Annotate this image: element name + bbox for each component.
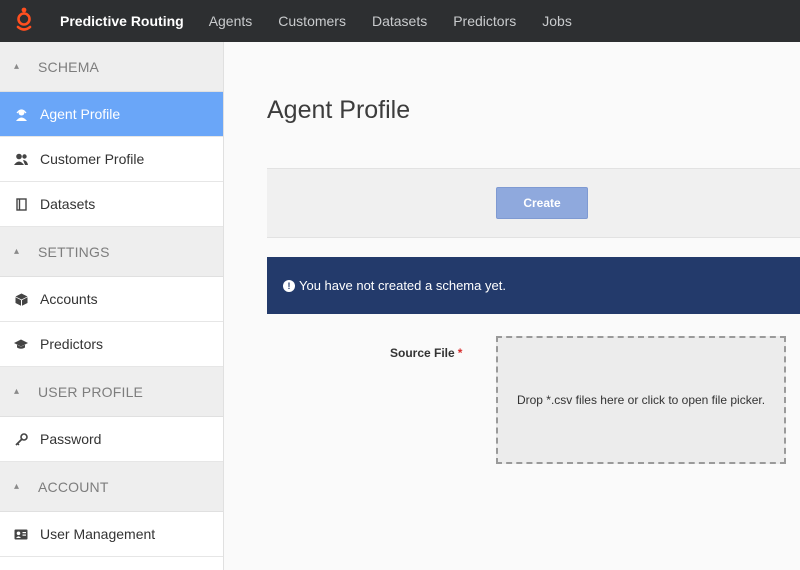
sidebar-item-user-management[interactable]: User Management	[0, 512, 223, 557]
dataset-icon	[14, 197, 28, 211]
main-content: Agent Profile Create ! You have not crea…	[224, 42, 800, 570]
sidebar-item-label: User Management	[40, 526, 156, 542]
section-user-profile[interactable]: ▴ USER PROFILE	[0, 367, 223, 417]
required-mark: *	[457, 346, 463, 360]
dropzone-text: Drop *.csv files here or click to open f…	[516, 393, 766, 407]
sidebar-item-label: Accounts	[40, 291, 98, 307]
info-icon: !	[283, 279, 295, 292]
top-bar: Predictive Routing Agents Customers Data…	[0, 0, 800, 42]
agent-icon	[14, 107, 28, 121]
sidebar-item-label: Predictors	[40, 336, 104, 352]
chevron-up-icon: ▴	[14, 246, 20, 257]
section-account[interactable]: ▴ ACCOUNT	[0, 462, 223, 512]
info-alert: ! You have not created a schema yet.	[267, 257, 800, 314]
source-file-label-text: Source File	[390, 346, 455, 360]
nav-agents[interactable]: Agents	[196, 13, 266, 29]
genesys-logo-icon[interactable]	[0, 0, 48, 42]
sidebar-item-label: Customer Profile	[40, 151, 145, 167]
chevron-up-icon: ▴	[14, 481, 20, 492]
sidebar-item-accounts[interactable]: Accounts	[0, 277, 223, 322]
sidebar-item-label: Datasets	[40, 196, 96, 212]
sidebar-item-datasets[interactable]: Datasets	[0, 182, 223, 227]
id-card-icon	[14, 527, 28, 541]
file-dropzone[interactable]: Drop *.csv files here or click to open f…	[496, 336, 786, 464]
section-title: SCHEMA	[38, 58, 100, 75]
customer-icon	[14, 152, 28, 166]
source-file-label: Source File *	[390, 346, 462, 360]
create-button[interactable]: Create	[496, 187, 588, 219]
key-icon	[14, 432, 28, 446]
chevron-up-icon: ▴	[14, 61, 20, 72]
section-title: ACCOUNT	[38, 478, 109, 495]
nav-jobs[interactable]: Jobs	[529, 13, 585, 29]
alert-message: You have not created a schema yet.	[299, 278, 506, 293]
page-title: Agent Profile	[267, 96, 411, 124]
section-settings[interactable]: ▴ SETTINGS	[0, 227, 223, 277]
sidebar-item-label: Agent Profile	[40, 106, 121, 122]
section-title: USER PROFILE	[38, 383, 144, 400]
nav-predictors[interactable]: Predictors	[440, 13, 529, 29]
sidebar: ▴ SCHEMA Agent Profile Customer Profile …	[0, 42, 224, 570]
sidebar-item-customer-profile[interactable]: Customer Profile	[0, 137, 223, 182]
nav-datasets[interactable]: Datasets	[359, 13, 440, 29]
create-panel: Create	[267, 168, 800, 238]
sidebar-item-password[interactable]: Password	[0, 417, 223, 462]
sidebar-item-agent-profile[interactable]: Agent Profile	[0, 92, 223, 137]
chevron-up-icon: ▴	[14, 386, 20, 397]
sidebar-item-predictors[interactable]: Predictors	[0, 322, 223, 367]
graduation-cap-icon	[14, 337, 28, 351]
section-title: SETTINGS	[38, 243, 110, 260]
sidebar-item-label: Password	[40, 431, 102, 447]
nav-customers[interactable]: Customers	[265, 13, 359, 29]
cube-icon	[14, 292, 28, 306]
app-title[interactable]: Predictive Routing	[60, 13, 184, 29]
section-schema[interactable]: ▴ SCHEMA	[0, 42, 223, 92]
